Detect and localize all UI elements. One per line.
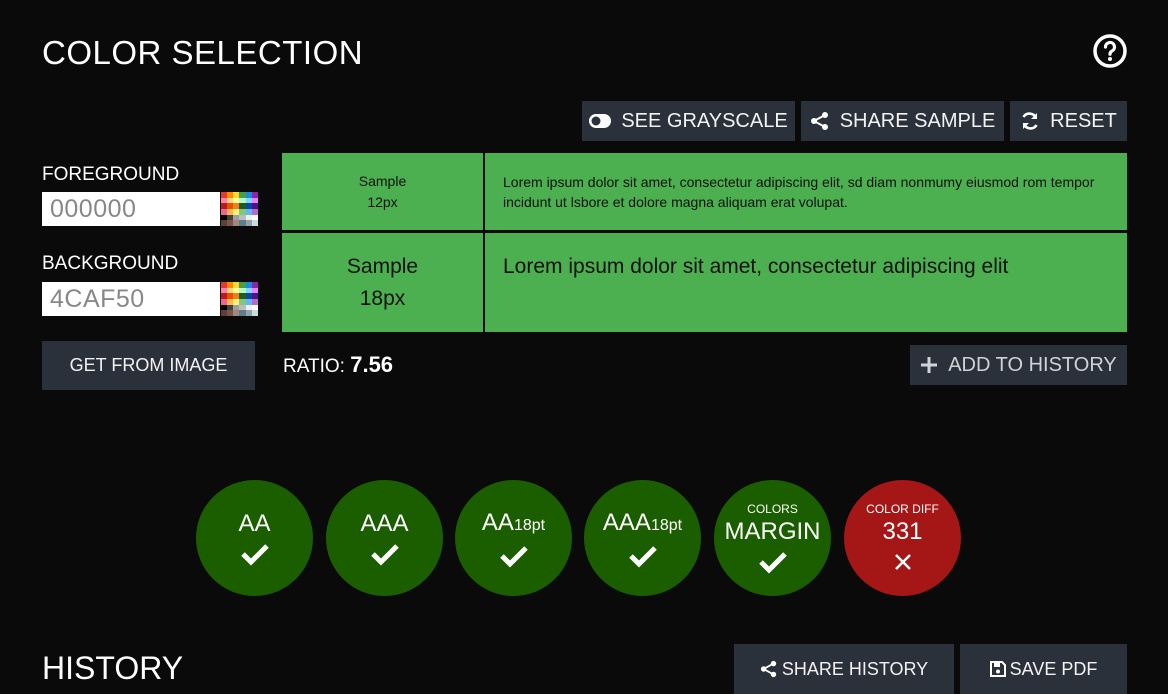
checkmark-icon <box>758 552 787 574</box>
share-sample-button[interactable]: SHARE SAMPLE <box>801 101 1004 141</box>
plus-icon <box>921 357 938 373</box>
sample-18px-line1: Sample <box>346 254 419 278</box>
check-badge-label: AAA <box>360 510 409 537</box>
question-circle-icon[interactable] <box>1092 33 1128 69</box>
share-sample-label: SHARE SAMPLE <box>839 109 996 132</box>
check-badge-label: AA <box>238 510 271 537</box>
contrast-ratio: RATIO: 7.56 <box>283 352 393 378</box>
foreground-palette-icon[interactable] <box>221 192 258 226</box>
add-to-history-label: ADD TO HISTORY <box>948 353 1117 376</box>
toggle-icon <box>589 114 612 128</box>
floppy-disk-icon <box>989 661 1006 677</box>
refresh-icon <box>1022 112 1038 130</box>
check-badge-label: AAA18pt <box>602 508 683 536</box>
sample-18px-label: Sample 18px <box>282 233 483 332</box>
check-badge-label: MARGIN <box>724 518 821 545</box>
sample-12px-label: Sample 12px <box>282 153 483 230</box>
save-pdf-button[interactable]: SAVE PDF <box>960 644 1127 694</box>
check-badge: AA <box>196 480 313 596</box>
check-badge: COLORS MARGIN <box>714 480 831 596</box>
share-icon <box>760 660 777 678</box>
check-badge: AAA18pt <box>584 480 701 596</box>
check-badge-label: AA18pt <box>481 508 546 536</box>
see-grayscale-button[interactable]: SEE GRAYSCALE <box>582 101 795 141</box>
checkmark-icon <box>240 544 269 566</box>
check-badge: AA18pt <box>455 480 572 596</box>
share-history-button[interactable]: SHARE HISTORY <box>734 644 954 694</box>
share-icon <box>810 112 828 130</box>
check-badge-caption: COLORS <box>747 502 798 516</box>
check-badge: COLOR DIFF 331 <box>844 480 961 596</box>
add-to-history-button[interactable]: ADD TO HISTORY <box>910 345 1127 385</box>
sample-12px-line1: Sample <box>358 172 407 189</box>
x-icon <box>894 554 911 570</box>
reset-button[interactable]: RESET <box>1010 101 1127 141</box>
share-history-label: SHARE HISTORY <box>781 658 929 679</box>
get-from-image-button[interactable]: GET FROM IMAGE <box>42 341 255 390</box>
sample-12px-text: Lorem ipsum dolor sit amet, consectetur … <box>485 153 1127 230</box>
background-color-input[interactable] <box>42 282 220 316</box>
save-pdf-label: SAVE PDF <box>1009 658 1098 679</box>
history-title: HISTORY <box>42 650 184 686</box>
background-label: BACKGROUND <box>42 253 179 274</box>
background-palette-icon[interactable] <box>221 282 258 316</box>
see-grayscale-label: SEE GRAYSCALE <box>621 109 788 132</box>
page-title: COLOR SELECTION <box>42 34 364 71</box>
checkmark-icon <box>499 545 528 568</box>
check-badge-caption: COLOR DIFF <box>866 502 939 516</box>
ratio-label: RATIO: <box>283 356 345 377</box>
check-badge-label: 331 <box>882 518 923 545</box>
ratio-value: 7.56 <box>350 352 394 377</box>
reset-label: RESET <box>1050 109 1117 132</box>
sample-12px-line2: 12px <box>367 193 398 210</box>
foreground-label: FOREGROUND <box>42 164 180 185</box>
check-badge: AAA <box>326 480 443 596</box>
checkmark-icon <box>370 544 399 566</box>
sample-18px-text: Lorem ipsum dolor sit amet, consectetur … <box>485 233 1127 332</box>
foreground-color-input[interactable] <box>42 192 220 226</box>
sample-18px-line2: 18px <box>359 286 406 310</box>
checkmark-icon <box>628 545 657 568</box>
